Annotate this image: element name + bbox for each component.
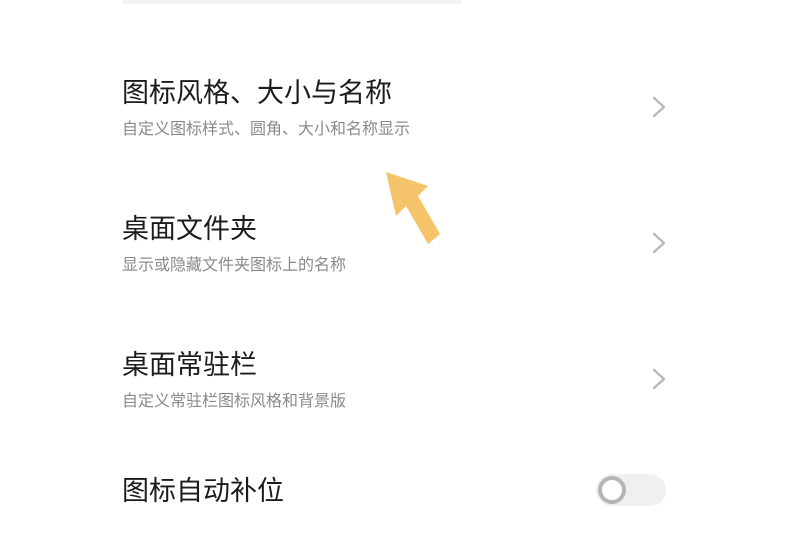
top-divider — [122, 0, 462, 4]
settings-item-title: 桌面文件夹 — [122, 214, 257, 245]
chevron-right-icon — [652, 232, 666, 254]
toggle-knob — [598, 476, 626, 504]
auto-fill-toggle[interactable] — [596, 474, 666, 506]
settings-item-auto-fill[interactable]: 图标自动补位 — [0, 462, 811, 526]
pointer-arrow-icon — [386, 172, 440, 244]
settings-item-dock[interactable]: 桌面常驻栏 自定义常驻栏图标风格和背景版 — [0, 338, 811, 434]
settings-item-subtitle: 显示或隐藏文件夹图标上的名称 — [122, 255, 347, 274]
settings-item-title: 桌面常驻栏 — [122, 350, 257, 381]
settings-item-title: 图标风格、大小与名称 — [122, 78, 392, 109]
chevron-right-icon — [652, 96, 666, 118]
chevron-right-icon — [652, 368, 666, 390]
settings-item-title: 图标自动补位 — [122, 476, 284, 507]
settings-item-subtitle: 自定义常驻栏图标风格和背景版 — [122, 391, 347, 410]
settings-item-icon-style[interactable]: 图标风格、大小与名称 自定义图标样式、圆角、大小和名称显示 — [0, 66, 811, 162]
settings-item-subtitle: 自定义图标样式、圆角、大小和名称显示 — [122, 119, 411, 138]
